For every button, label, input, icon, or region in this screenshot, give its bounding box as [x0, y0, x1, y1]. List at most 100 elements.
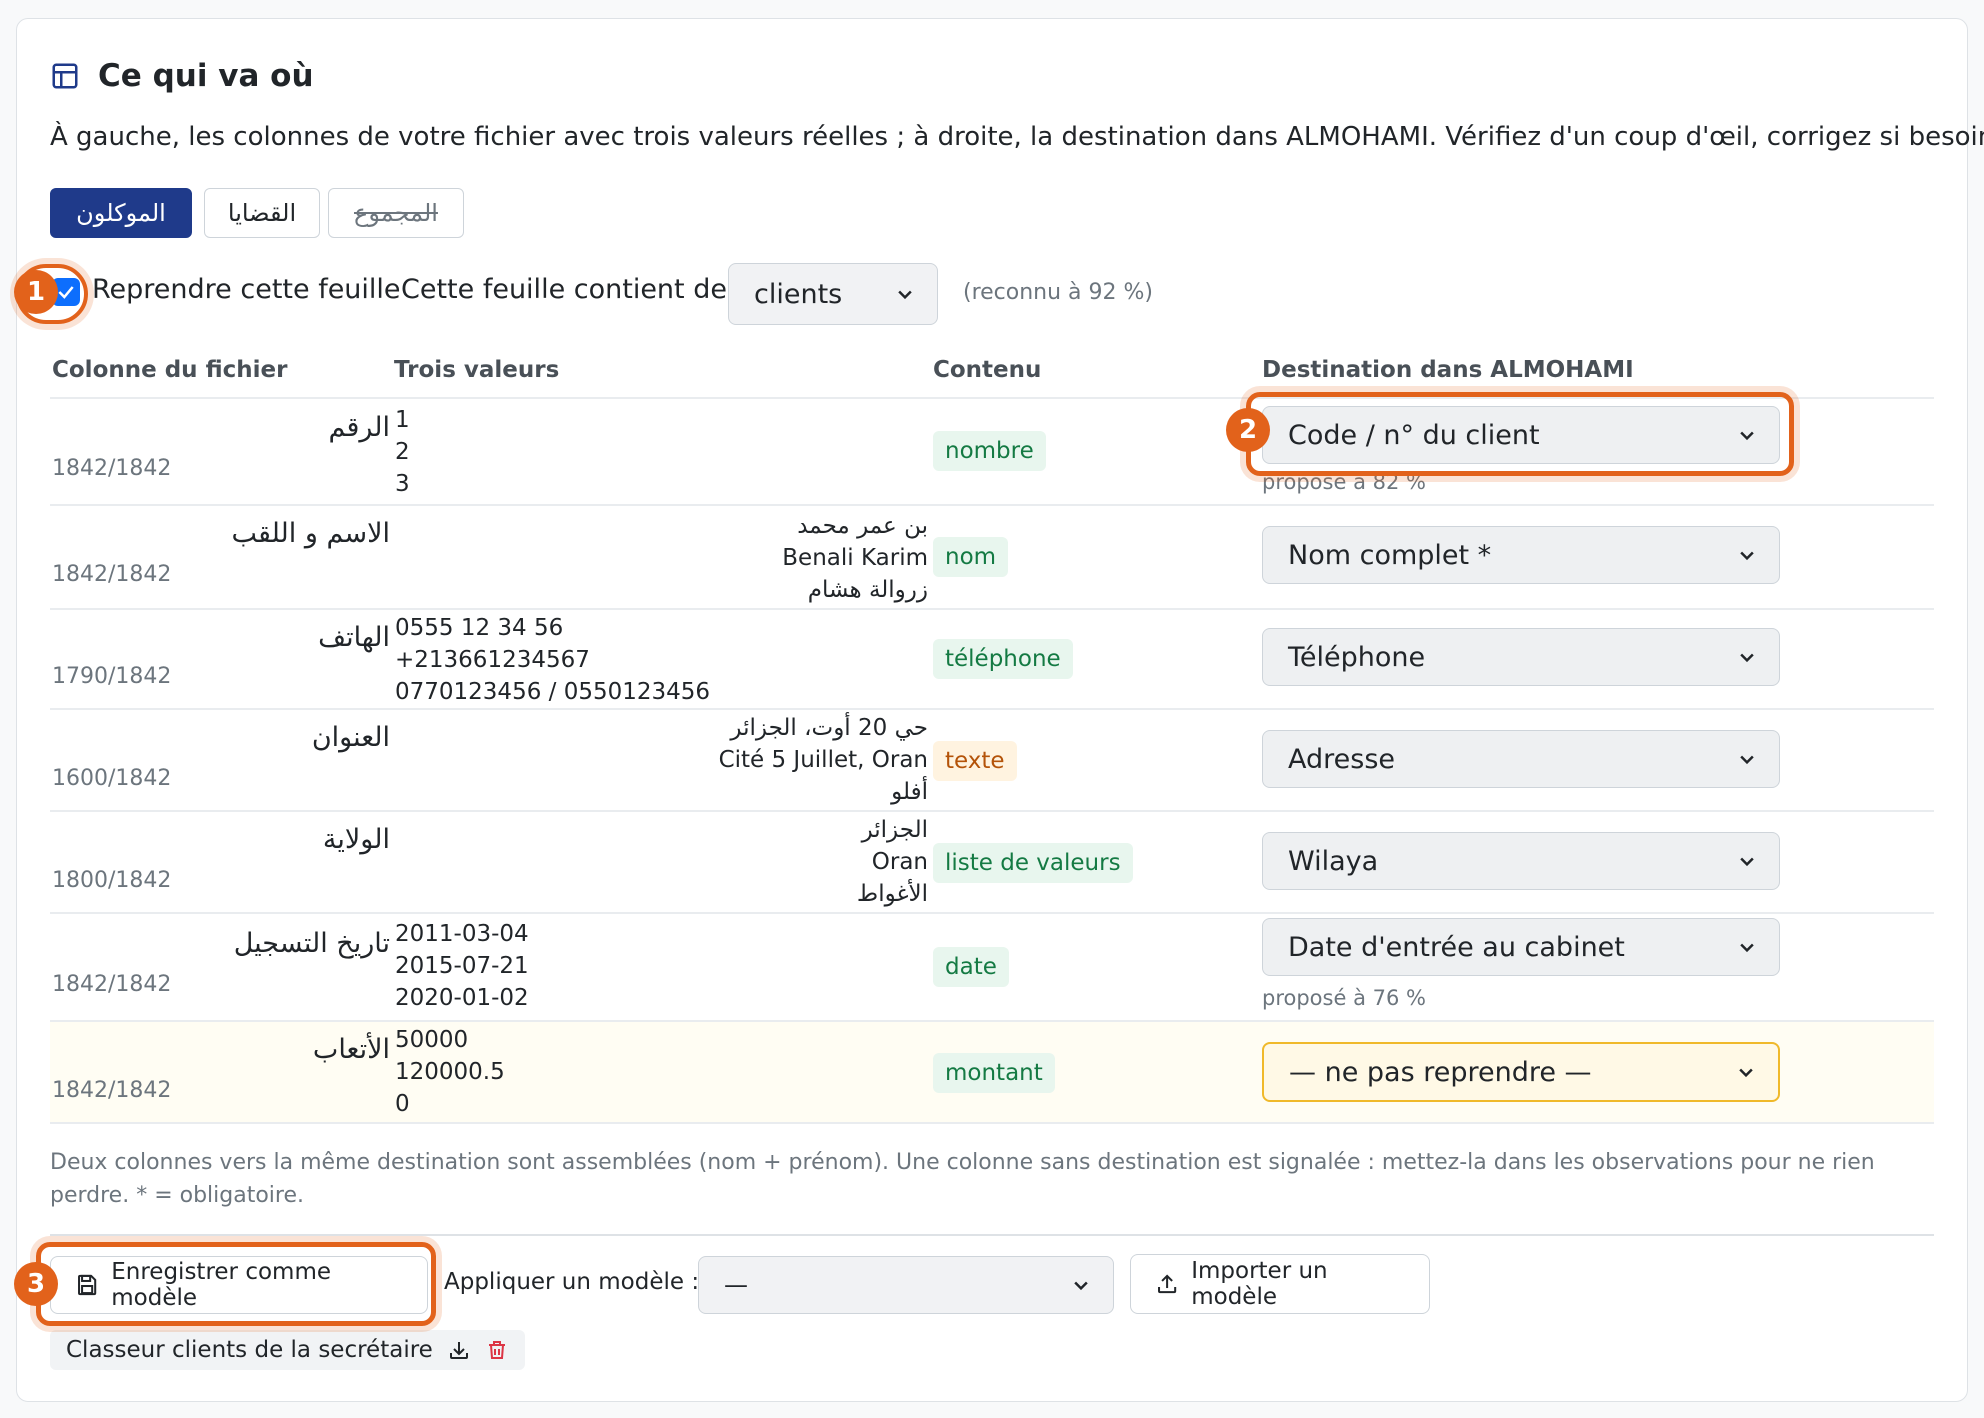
select-value: Téléphone	[1288, 641, 1426, 673]
divider	[50, 1234, 1934, 1236]
content-type-badge: texte	[933, 741, 1017, 781]
chevron-down-icon	[898, 290, 912, 300]
sample-value: الجزائر	[861, 817, 928, 843]
chevron-down-icon	[1740, 857, 1754, 867]
fill-count: 1842/1842	[52, 562, 172, 587]
tab-sheet-total[interactable]: المجموع	[328, 188, 464, 238]
select-value: Date d'entrée au cabinet	[1288, 931, 1625, 963]
apply-template-label: Appliquer un modèle :	[444, 1269, 700, 1295]
divider	[50, 1122, 1934, 1124]
button-label: Importer un modèle	[1191, 1258, 1328, 1310]
fill-count: 1790/1842	[52, 664, 172, 689]
sample-values: 2011-03-04 2015-07-21 2020-01-02	[395, 918, 529, 1014]
sample-value: 0770123456 / 0550123456	[395, 679, 711, 705]
select-value: clients	[754, 278, 843, 310]
select-value: Wilaya	[1288, 845, 1379, 877]
chevron-down-icon	[1740, 755, 1754, 765]
page-title: Ce qui va où	[98, 58, 314, 94]
file-column-name: تاريخ التسجيل	[233, 928, 390, 959]
sheet-type-select[interactable]: clients	[728, 263, 938, 325]
file-column-name: الهاتف	[318, 622, 390, 653]
take-sheet-label: Reprendre cette feuille	[92, 274, 401, 305]
sample-value: بن عمر محمد	[797, 513, 928, 539]
sample-value: حي 20 أوت، الجزائر	[730, 715, 928, 741]
mapping-footnote: Deux colonnes vers la même destination s…	[50, 1150, 1875, 1208]
destination-select[interactable]: Wilaya	[1262, 832, 1780, 890]
content-type-badge: téléphone	[933, 639, 1073, 679]
saved-template-chip[interactable]: Classeur clients de la secrétaire	[50, 1330, 525, 1370]
chevron-down-icon	[1740, 653, 1754, 663]
intro-text: À gauche, les colonnes de votre fichier …	[50, 122, 1984, 152]
sample-value: 0555 12 34 56	[395, 615, 564, 641]
sample-values: الجزائر Oran الأغواط	[857, 814, 928, 910]
sample-value: 2011-03-04	[395, 921, 529, 947]
sample-value: 2020-01-02	[395, 985, 529, 1011]
select-value: — ne pas reprendre —	[1289, 1056, 1592, 1088]
header-file-column: Colonne du fichier	[52, 357, 288, 383]
select-value: Nom complet *	[1288, 539, 1492, 571]
sample-values: 0555 12 34 56 +213661234567 0770123456 /…	[395, 612, 710, 708]
file-column-name: العنوان	[311, 722, 390, 753]
chevron-down-icon	[1740, 943, 1754, 953]
file-column-name: الولاية	[322, 824, 390, 855]
content-type-badge: montant	[933, 1053, 1055, 1093]
template-name: Classeur clients de la secrétaire	[66, 1337, 433, 1363]
header-three-values: Trois valeurs	[394, 357, 560, 383]
section-heading: Ce qui va où	[50, 50, 314, 102]
fill-count: 1800/1842	[52, 868, 172, 893]
sample-value: Cité 5 Juillet, Oran	[718, 747, 928, 773]
trash-icon[interactable]	[485, 1338, 509, 1362]
annotation-marker: 1	[14, 270, 58, 314]
sample-values: 50000 120000.5 0	[395, 1024, 505, 1120]
divider	[50, 608, 1934, 610]
tab-sheet-cases[interactable]: القضايا	[204, 188, 320, 238]
select-value: —	[724, 1271, 748, 1299]
annotation-marker: 3	[14, 1262, 58, 1306]
destination-select[interactable]: Adresse	[1262, 730, 1780, 788]
sheet-contains-label: Cette feuille contient des	[401, 274, 742, 305]
file-column-name: الاسم و اللقب	[231, 518, 390, 549]
annotation-highlight	[1246, 392, 1794, 476]
import-template-button[interactable]: Importer un modèle	[1130, 1254, 1430, 1314]
content-type-badge: nom	[933, 537, 1009, 577]
sample-value: Oran	[871, 849, 928, 875]
fill-count: 1600/1842	[52, 766, 172, 791]
annotation-marker: 2	[1226, 408, 1270, 452]
sample-values: 1 2 3	[395, 404, 410, 500]
table-icon	[52, 63, 78, 89]
divider	[50, 912, 1934, 914]
tab-label: القضايا	[227, 199, 297, 227]
fill-count: 1842/1842	[52, 456, 172, 481]
file-column-name: الأتعاب	[312, 1034, 390, 1065]
chevron-down-icon	[1740, 551, 1754, 561]
chevron-down-icon	[1074, 1281, 1088, 1291]
download-icon[interactable]	[447, 1338, 471, 1362]
apply-template-select[interactable]: —	[698, 1256, 1114, 1314]
chevron-down-icon	[1739, 1068, 1753, 1078]
sample-values: حي 20 أوت، الجزائر Cité 5 Juillet, Oran …	[719, 712, 928, 808]
destination-select[interactable]: Date d'entrée au cabinet	[1262, 918, 1780, 976]
sample-value: 2	[395, 439, 410, 465]
destination-select[interactable]: — ne pas reprendre —	[1262, 1042, 1780, 1102]
sample-values: بن عمر محمد Benali Karim زروالة هشام	[782, 510, 928, 606]
fill-count: 1842/1842	[52, 1078, 172, 1103]
sample-value: Benali Karim	[782, 545, 928, 571]
recognition-confidence: (reconnu à 92 %)	[963, 280, 1154, 305]
destination-select[interactable]: Téléphone	[1262, 628, 1780, 686]
content-type-badge: date	[933, 947, 1009, 987]
sample-value: 3	[395, 471, 410, 497]
sample-value: 120000.5	[395, 1059, 505, 1085]
sample-value: 50000	[395, 1027, 469, 1053]
tab-label: المجموع	[354, 199, 438, 227]
file-column-name: الرقم	[328, 412, 390, 443]
sample-value: أفلو	[891, 779, 928, 805]
annotation-highlight	[36, 1242, 436, 1326]
tab-sheet-clients[interactable]: الموكلون	[50, 188, 192, 238]
select-value: Adresse	[1288, 743, 1395, 775]
sample-value: +213661234567	[395, 647, 590, 673]
destination-select[interactable]: Nom complet *	[1262, 526, 1780, 584]
header-destination: Destination dans ALMOHAMI	[1262, 357, 1634, 383]
sample-value: 1	[395, 407, 410, 433]
sample-value: الأغواط	[856, 881, 928, 907]
content-type-badge: liste de valeurs	[933, 843, 1133, 883]
